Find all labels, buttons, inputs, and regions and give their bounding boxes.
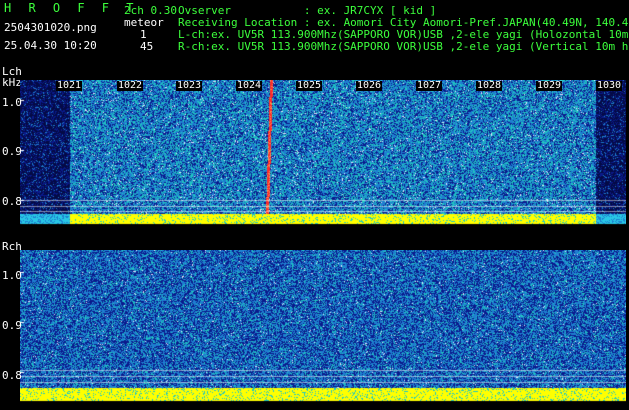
rch-channel-label: Rch (2, 240, 22, 253)
rch-ytick-1: 1.0 (2, 269, 22, 282)
time-label-1030: 1030 (596, 80, 623, 91)
time-label-1028: 1028 (476, 80, 503, 91)
time-label-1027: 1027 (416, 80, 443, 91)
rch-spectrogram-canvas (20, 250, 626, 402)
time-label-1022: 1022 (117, 80, 144, 91)
rch-ytick-3: 0.8 (2, 369, 22, 382)
lch-ytick-1: 1.0 (2, 96, 22, 109)
lch-unit-label: kHz (2, 76, 22, 89)
time-label-1026: 1026 (356, 80, 383, 91)
time-label-1025: 1025 (296, 80, 323, 91)
time-label-1024: 1024 (236, 80, 263, 91)
app-title: H R O F F T (4, 1, 139, 15)
meteor-count-rch: 45 (140, 40, 154, 53)
time-label-1023: 1023 (176, 80, 203, 91)
rch-ytick-2: 0.9 (2, 319, 22, 332)
lch-ytick-2: 0.9 (2, 145, 22, 158)
time-label-1029: 1029 (536, 80, 563, 91)
rch-spectrogram (20, 250, 626, 402)
lch-info-line: L-ch:ex. UV5R 113.900Mhz(SAPPORO VOR)USB… (178, 29, 629, 41)
filename-label: 2504301020.png (4, 21, 97, 34)
lch-spectrogram-canvas (20, 80, 626, 230)
time-label-1021: 1021 (56, 80, 83, 91)
lch-spectrogram (20, 80, 626, 230)
lch-ytick-3: 0.8 (2, 195, 22, 208)
rch-info-line: R-ch:ex. UV5R 113.900Mhz(SAPPORO VOR)USB… (178, 41, 629, 53)
datetime-label: 25.04.30 10:20 (4, 39, 97, 52)
location-line: Receiving Location : ex. Aomori City Aom… (178, 16, 629, 29)
